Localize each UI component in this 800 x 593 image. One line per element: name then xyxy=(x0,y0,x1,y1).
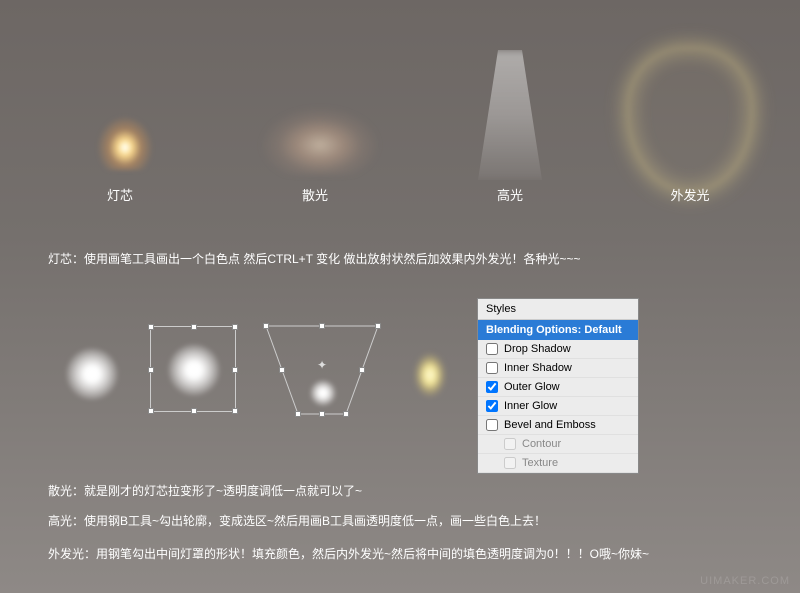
transform-handle[interactable] xyxy=(148,367,154,373)
blending-options-row[interactable]: Blending Options: Default xyxy=(478,320,638,340)
transform-handle[interactable] xyxy=(319,323,325,329)
description-outerglow: 外发光：用钢笔勾出中间灯罩的形状！填充颜色，然后内外发光~然后将中间的填色透明度… xyxy=(48,545,649,564)
style-checkbox[interactable] xyxy=(486,343,498,355)
transform-handle[interactable] xyxy=(295,411,301,417)
style-label: Inner Shadow xyxy=(504,362,572,374)
description-highlight: 高光：使用钢B工具~勾出轮廓，变成选区~然后用画B工具画透明度低一点，画一些白色… xyxy=(48,512,546,531)
layer-styles-panel[interactable]: Styles Blending Options: Default Drop Sh… xyxy=(477,298,639,474)
style-checkbox[interactable] xyxy=(504,438,516,450)
warp-transform-group[interactable]: ✦ xyxy=(262,322,382,418)
style-checkbox[interactable] xyxy=(486,381,498,393)
glow-dot-1 xyxy=(66,348,118,400)
style-label: Drop Shadow xyxy=(504,343,571,355)
outerglow-label: 外发光 xyxy=(610,185,770,204)
styles-list: Drop Shadow Inner Shadow Outer Glow Inner G… xyxy=(478,340,638,473)
watermark: UIMAKER.COM xyxy=(700,575,790,587)
styles-panel-header: Styles xyxy=(478,299,638,320)
description-wick: 灯芯：使用画笔工具画出一个白色点 然后CTRL+T 变化 做出放射状然后加效果内… xyxy=(48,250,581,269)
glow-dot-graphic xyxy=(168,344,220,396)
style-label: Texture xyxy=(522,457,558,469)
style-label: Outer Glow xyxy=(504,381,560,393)
style-row-inner-shadow[interactable]: Inner Shadow xyxy=(478,359,638,378)
wick-glow-graphic xyxy=(85,80,165,170)
style-row-inner-glow[interactable]: Inner Glow xyxy=(478,397,638,416)
transform-handle[interactable] xyxy=(191,408,197,414)
transform-handle[interactable] xyxy=(232,408,238,414)
glow-dot-graphic xyxy=(66,348,118,400)
style-label: Bevel and Emboss xyxy=(504,419,596,431)
style-label: Contour xyxy=(522,438,561,450)
transform-handle[interactable] xyxy=(263,323,269,329)
samples-row: 灯芯 散光 高光 外发光 xyxy=(0,20,800,200)
transform-handle[interactable] xyxy=(232,367,238,373)
style-checkbox[interactable] xyxy=(486,400,498,412)
transform-handle[interactable] xyxy=(279,367,285,373)
transform-handle[interactable] xyxy=(148,408,154,414)
style-checkbox[interactable] xyxy=(504,457,516,469)
style-label: Inner Glow xyxy=(504,400,557,412)
transform-center-icon: ✦ xyxy=(317,358,327,372)
style-row-contour[interactable]: Contour xyxy=(478,435,638,454)
outerglow-graphic xyxy=(630,50,750,190)
transform-handle[interactable] xyxy=(232,324,238,330)
transform-handle[interactable] xyxy=(191,324,197,330)
description-scatter: 散光：就是刚才的灯芯拉变形了~透明度调低一点就可以了~ xyxy=(48,482,362,501)
style-checkbox[interactable] xyxy=(486,362,498,374)
transform-handle[interactable] xyxy=(319,411,325,417)
scatter-glow-graphic xyxy=(245,75,395,175)
highlight-graphic xyxy=(470,50,550,180)
transform-handle[interactable] xyxy=(343,411,349,417)
yellow-glow xyxy=(410,346,450,404)
transform-handle[interactable] xyxy=(359,367,365,373)
transform-handle[interactable] xyxy=(148,324,154,330)
style-row-outer-glow[interactable]: Outer Glow xyxy=(478,378,638,397)
scatter-label: 散光 xyxy=(235,185,395,204)
style-row-bevel-and-emboss[interactable]: Bevel and Emboss xyxy=(478,416,638,435)
glow-dot-graphic xyxy=(310,380,336,406)
style-checkbox[interactable] xyxy=(486,419,498,431)
wick-label: 灯芯 xyxy=(50,185,190,204)
mid-row: ✦ ✦ xyxy=(40,310,800,450)
transform-handle[interactable] xyxy=(375,323,381,329)
yellow-glow-graphic xyxy=(410,346,450,404)
highlight-label: 高光 xyxy=(440,185,580,204)
style-row-drop-shadow[interactable]: Drop Shadow xyxy=(478,340,638,359)
style-row-texture[interactable]: Texture xyxy=(478,454,638,473)
